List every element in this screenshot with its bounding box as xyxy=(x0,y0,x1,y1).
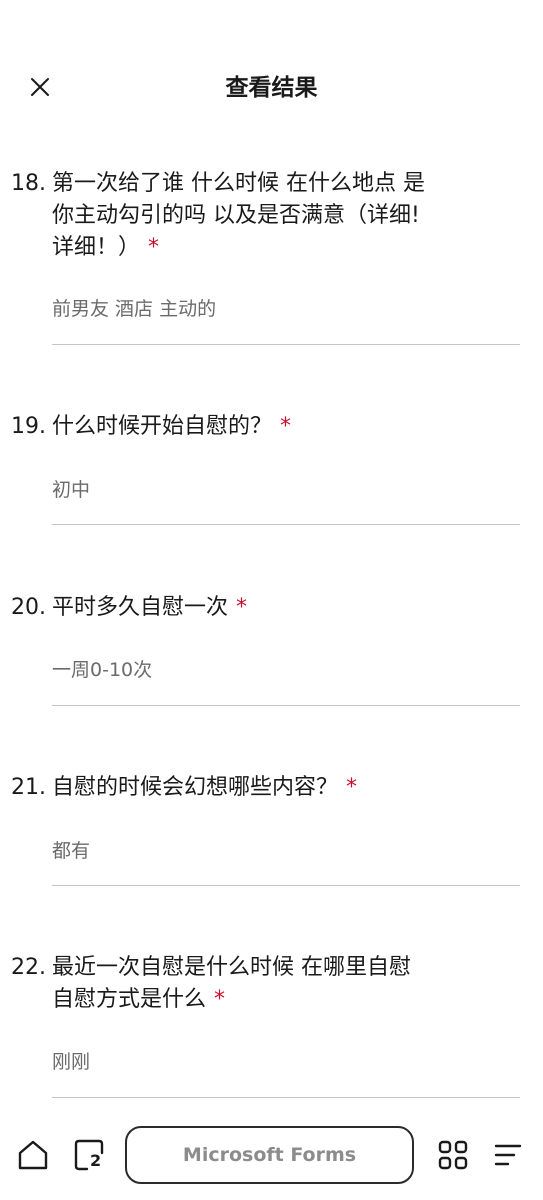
apps-button[interactable] xyxy=(437,1139,469,1171)
menu-icon xyxy=(494,1144,522,1166)
question-line: 第一次给了谁 什么时候 在什么地点 是 xyxy=(52,171,425,196)
home-icon xyxy=(18,1140,48,1170)
question-text: 第一次给了谁 什么时候 在什么地点 是 你主动勾引的吗 以及是否满意（详细! 详… xyxy=(52,168,482,264)
question-line-last: 什么时候开始自慰的？ * xyxy=(52,411,482,443)
required-asterisk: * xyxy=(280,414,292,439)
address-text: Microsoft Forms xyxy=(182,1144,357,1166)
apps-grid-icon xyxy=(438,1140,468,1170)
question-number: 21. xyxy=(11,775,46,800)
question-number: 22. xyxy=(11,955,46,980)
answer-text: 都有 xyxy=(52,840,91,862)
question-line-last: 详细！） * xyxy=(52,232,482,264)
question-line: 详细！） xyxy=(52,235,141,260)
question-text: 最近一次自慰是什么时候 在哪里自慰 自慰方式是什么 * xyxy=(52,952,482,1016)
tab-count: 2 xyxy=(90,1151,102,1170)
required-asterisk: * xyxy=(236,595,248,620)
answer-divider xyxy=(52,885,520,886)
answer-text: 一周0-10次 xyxy=(52,659,153,681)
question-line: 最近一次自慰是什么时候 在哪里自慰 xyxy=(52,955,411,980)
question-line-last: 自慰方式是什么 * xyxy=(52,984,482,1016)
question-line: 自慰的时候会幻想哪些内容？ xyxy=(52,775,339,800)
question-number: 18. xyxy=(11,171,46,196)
question-line: 什么时候开始自慰的？ xyxy=(52,414,273,439)
home-button[interactable] xyxy=(16,1138,50,1172)
question-text: 平时多久自慰一次 * xyxy=(52,592,482,624)
answer-divider xyxy=(52,705,520,706)
question-line-last: 自慰的时候会幻想哪些内容？ * xyxy=(52,772,482,804)
question-number: 19. xyxy=(11,414,46,439)
address-bar[interactable]: Microsoft Forms xyxy=(125,1126,414,1184)
question-line-last: 平时多久自慰一次 * xyxy=(52,592,482,624)
answer-text: 前男友 酒店 主动的 xyxy=(52,298,217,320)
answer-divider xyxy=(52,1097,520,1098)
required-asterisk: * xyxy=(214,987,226,1012)
answer-text: 初中 xyxy=(52,479,91,501)
answer-text: 刚刚 xyxy=(52,1051,91,1073)
question-line: 平时多久自慰一次 xyxy=(52,595,229,620)
answer-divider xyxy=(52,344,520,345)
header: 查看结果 xyxy=(0,0,543,175)
answer-divider xyxy=(52,524,520,525)
question-line: 自慰方式是什么 xyxy=(52,987,207,1012)
required-asterisk: * xyxy=(346,775,358,800)
tabs-button[interactable]: 2 xyxy=(73,1138,107,1172)
question-text: 自慰的时候会幻想哪些内容？ * xyxy=(52,772,482,804)
menu-button[interactable] xyxy=(492,1140,524,1172)
question-text: 什么时候开始自慰的？ * xyxy=(52,411,482,443)
browser-bottom-bar: 2 Microsoft Forms xyxy=(0,1110,543,1200)
page-title: 查看结果 xyxy=(225,75,318,101)
question-line: 你主动勾引的吗 以及是否满意（详细! xyxy=(52,203,420,228)
required-asterisk: * xyxy=(148,235,160,260)
question-number: 20. xyxy=(11,595,46,620)
